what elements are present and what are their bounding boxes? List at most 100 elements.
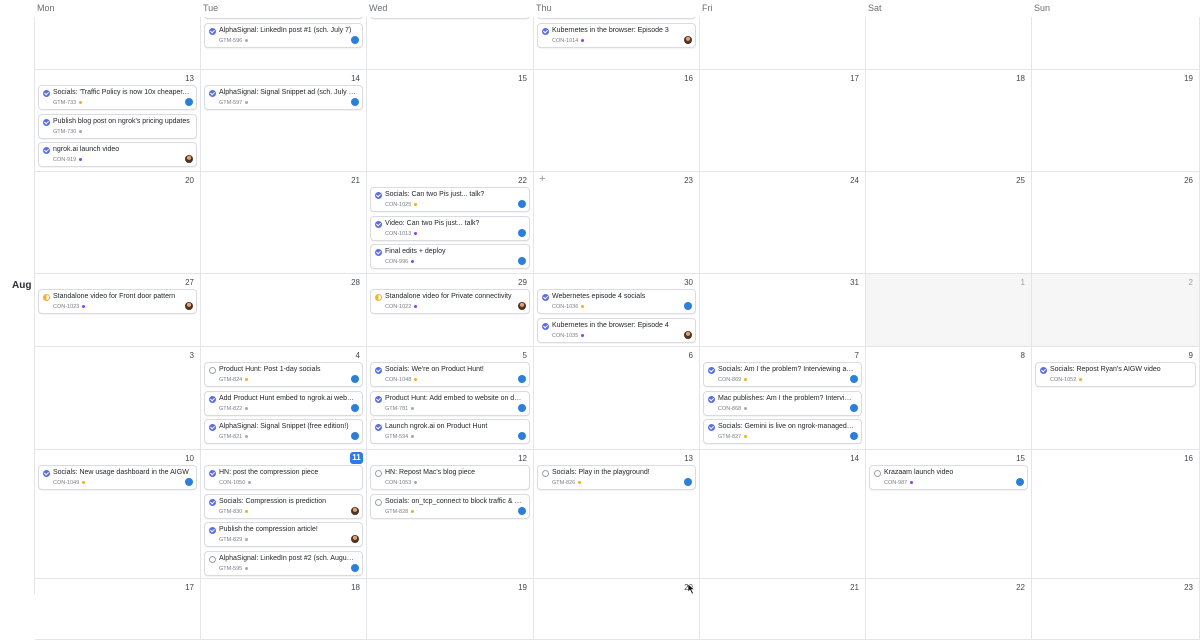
assignee-avatar[interactable] <box>518 302 526 310</box>
day-cell[interactable]: 1 <box>866 274 1032 347</box>
assignee-avatar[interactable] <box>351 535 359 543</box>
issue-card[interactable]: Standalone video for Private connectivit… <box>370 289 530 314</box>
day-cell[interactable]: 14 <box>700 450 866 579</box>
assignee-avatar[interactable] <box>518 200 526 208</box>
assignee-avatar[interactable] <box>185 155 193 163</box>
assignee-avatar[interactable] <box>185 302 193 310</box>
assignee-avatar[interactable] <box>518 432 526 440</box>
day-cell[interactable]: 8 <box>866 347 1032 450</box>
assignee-avatar[interactable] <box>351 432 359 440</box>
day-cell[interactable]: 14 AlphaSignal: Signal Snippet ad (sch. J… <box>201 70 367 172</box>
issue-card[interactable]: Socials: on_tcp_connect to block traffic… <box>370 493 530 519</box>
day-cell[interactable]: 25 <box>866 172 1032 274</box>
issue-card[interactable]: Mac publishes: Am I the problem? Intervi… <box>703 390 862 416</box>
assignee-avatar[interactable] <box>351 506 359 515</box>
day-cell[interactable]: 24 <box>700 172 866 274</box>
day-cell[interactable]: 20 <box>534 579 700 640</box>
day-cell[interactable]: 31 <box>700 274 866 347</box>
issue-card[interactable]: Socials: Can two Pis just... talk? CON-10… <box>370 187 530 212</box>
day-cell[interactable]: 22 Socials: Can two Pis just... talk? CON-… <box>367 172 534 274</box>
issue-card[interactable]: Product Hunt: Post 1-day socials GTM-824 <box>204 362 363 387</box>
day-cell[interactable]: 4 Product Hunt: Post 1-day socials GTM-824… <box>201 347 367 450</box>
assignee-avatar[interactable] <box>518 506 526 515</box>
day-cell[interactable]: 3 <box>35 347 201 450</box>
day-cell[interactable]: 21 <box>201 172 367 274</box>
issue-card[interactable]: Socials: Compression is prediction GTM-83… <box>204 493 363 519</box>
issue-card[interactable]: Publish blog post on ngrok's pricing upd… <box>38 113 197 139</box>
day-cell[interactable]: 28 <box>201 274 367 347</box>
issue-card[interactable]: Socials: 'Traffic Policy is now 10x chea… <box>38 85 197 110</box>
assignee-avatar[interactable] <box>518 403 526 412</box>
assignee-avatar[interactable] <box>684 478 692 486</box>
issue-card[interactable]: Final edits + deploy CON-996 <box>370 244 530 269</box>
assignee-avatar[interactable] <box>351 403 359 412</box>
issue-card[interactable]: Launch ngrok.ai on Product Hunt GTM-594 <box>370 419 530 444</box>
issue-card[interactable]: Socials: We're on Product Hunt! CON-1048 <box>370 362 530 387</box>
assignee-avatar[interactable] <box>518 257 526 265</box>
issue-card[interactable]: AlphaSignal: LinkedIn post #2 (sch. Augu… <box>204 550 363 576</box>
issue-card[interactable]: Standalone video for Front door pattern C… <box>38 289 197 314</box>
assignee-avatar[interactable] <box>351 375 359 383</box>
day-cell[interactable]: 12 HN: Repost Mac's blog piece CON-1053 Soc… <box>367 450 534 579</box>
assignee-avatar[interactable] <box>850 403 858 412</box>
assignee-avatar[interactable] <box>684 330 692 339</box>
day-cell[interactable]: 9 Socials: Repost Ryan's AIGW video CON-10… <box>1032 347 1200 450</box>
assignee-avatar[interactable] <box>351 563 359 572</box>
issue-card[interactable]: HN: post the compression piece CON-1050 <box>204 465 363 490</box>
issue-card[interactable]: Kubernetes in the browser: Episode 4 CON-… <box>537 317 696 343</box>
day-cell[interactable]: 7 Socials: Am I the problem? Interviewing… <box>700 347 866 450</box>
assignee-avatar[interactable] <box>684 35 692 44</box>
assignee-avatar[interactable] <box>850 432 858 440</box>
issue-card[interactable]: Socials: Gemini is live on ngrok-managed… <box>703 419 862 444</box>
day-cell[interactable]: 11 HN: post the compression piece CON-1050… <box>201 450 367 579</box>
assignee-avatar[interactable] <box>518 228 526 237</box>
day-cell[interactable]: 16 <box>534 70 700 172</box>
day-cell[interactable]: 20 <box>35 172 201 274</box>
day-cell[interactable]: 16 <box>1032 450 1200 579</box>
issue-card[interactable]: Socials: Repost Ryan's AIGW video CON-105… <box>1035 362 1196 387</box>
issue-card[interactable]: Product Hunt: Add embed to website on da… <box>370 390 530 416</box>
day-cell[interactable]: 15 Krazaam launch video CON-987 <box>866 450 1032 579</box>
assignee-avatar[interactable] <box>684 302 692 310</box>
issue-card[interactable]: Publish the compression article! GTM-829 <box>204 522 363 547</box>
assignee-avatar[interactable] <box>850 375 858 383</box>
day-cell[interactable]: 17 <box>700 70 866 172</box>
day-cell[interactable]: 27 Standalone video for Front door patter… <box>35 274 201 347</box>
issue-card[interactable]: Socials: Am I the problem? Interviewing … <box>703 362 862 387</box>
day-cell[interactable]: 23 + <box>534 172 700 274</box>
issue-card[interactable]: Video: Can two Pis just... talk? CON-1013 <box>370 215 530 241</box>
issue-card[interactable]: Add Product Hunt embed to ngrok.ai websi… <box>204 390 363 416</box>
day-cell[interactable]: 29 Standalone video for Private connectiv… <box>367 274 534 347</box>
day-cell[interactable]: 26 <box>1032 172 1200 274</box>
day-cell[interactable]: 19 <box>367 579 534 640</box>
assignee-avatar[interactable] <box>185 98 193 106</box>
issue-card[interactable]: Webernetes episode 4 socials CON-1036 <box>537 289 696 314</box>
assignee-avatar[interactable] <box>351 98 359 106</box>
assignee-avatar[interactable] <box>351 35 359 44</box>
day-cell[interactable]: 10 Socials: New usage dashboard in the AI… <box>35 450 201 579</box>
issue-card[interactable]: Kubernetes in the browser: Episode 3 CON-… <box>537 22 696 48</box>
issue-card[interactable]: ngrok.ai launch video CON-919 <box>38 142 197 167</box>
day-cell[interactable]: 23 <box>1032 579 1200 640</box>
day-cell[interactable]: 18 <box>201 579 367 640</box>
add-item-button[interactable]: + <box>539 173 545 185</box>
day-cell[interactable]: 2 <box>1032 274 1200 347</box>
day-cell[interactable]: 6 <box>534 347 700 450</box>
issue-card[interactable]: Krazaam launch video CON-987 <box>869 465 1028 490</box>
day-cell[interactable]: 15 <box>367 70 534 172</box>
day-cell[interactable]: 21 <box>700 579 866 640</box>
issue-card[interactable]: Socials: New usage dashboard in the AIGW… <box>38 465 197 490</box>
day-cell[interactable]: 17 <box>35 579 201 640</box>
day-cell[interactable]: 30 Webernetes episode 4 socials CON-1036 Ku… <box>534 274 700 347</box>
assignee-avatar[interactable] <box>1016 478 1024 486</box>
issue-card[interactable]: AlphaSignal: LinkedIn post #1 (sch. July… <box>204 22 363 48</box>
assignee-avatar[interactable] <box>518 375 526 383</box>
day-cell[interactable]: 5 Socials: We're on Product Hunt! CON-1048… <box>367 347 534 450</box>
issue-card[interactable]: HN: Repost Mac's blog piece CON-1053 <box>370 465 530 490</box>
day-cell[interactable]: 19 <box>1032 70 1200 172</box>
assignee-avatar[interactable] <box>185 478 193 486</box>
day-cell[interactable]: 13 Socials: 'Traffic Policy is now 10x ch… <box>35 70 201 172</box>
issue-card[interactable]: Socials: Play in the playground! GTM-826 <box>537 465 696 490</box>
day-cell[interactable]: 13 Socials: Play in the playground! GTM-82… <box>534 450 700 579</box>
issue-card[interactable]: AlphaSignal: Signal Snippet (free editio… <box>204 419 363 444</box>
